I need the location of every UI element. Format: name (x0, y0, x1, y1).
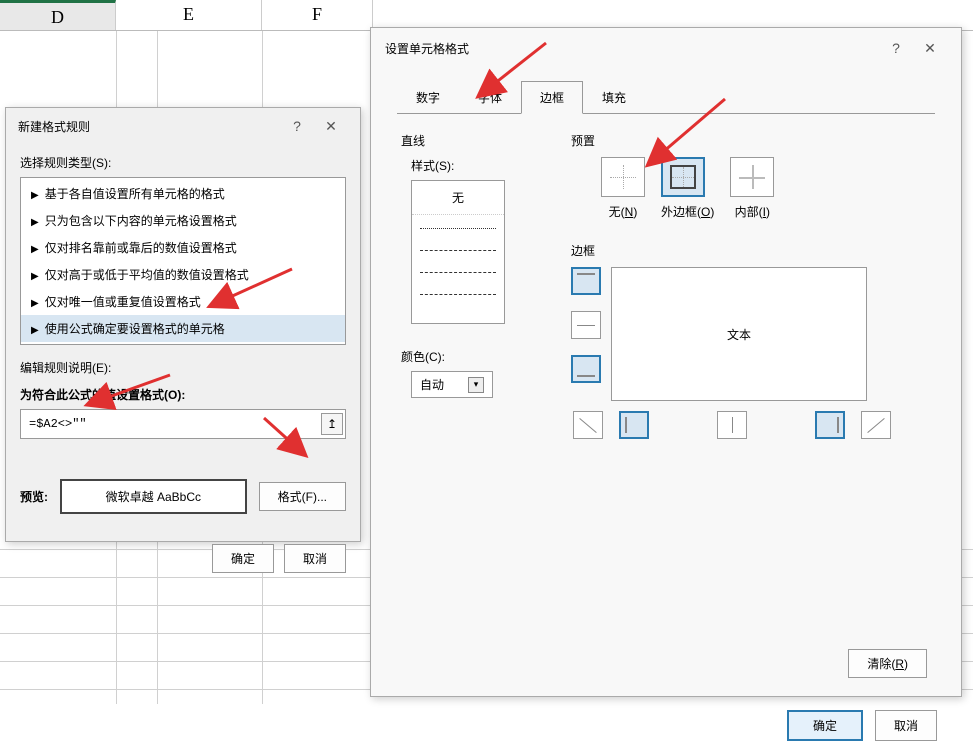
preset-outline[interactable] (661, 157, 705, 197)
style-none[interactable]: 无 (412, 181, 504, 215)
tab-number[interactable]: 数字 (397, 81, 459, 114)
ok-button[interactable]: 确定 (212, 544, 274, 573)
format-cells-dialog: 设置单元格格式 ? ✕ 数字 字体 边框 填充 直线 样式(S): 无 颜色(C… (370, 27, 962, 697)
border-bottom-toggle[interactable] (571, 355, 601, 383)
col-header-d[interactable]: D (0, 0, 116, 30)
color-label: 颜色(C): (401, 348, 521, 365)
dialog-title-text: 设置单元格格式 (385, 40, 879, 57)
border-diag-up-toggle[interactable] (861, 411, 891, 439)
preset-section-title: 预置 (571, 132, 891, 149)
format-preview: 微软卓越 AaBbCc (60, 479, 247, 514)
border-left-toggle[interactable] (619, 411, 649, 439)
chevron-down-icon: ▾ (468, 377, 484, 393)
border-vmid-toggle[interactable] (717, 411, 747, 439)
preset-none-label: 无(N) (601, 203, 645, 220)
style-dashed-2[interactable] (420, 262, 496, 281)
close-button[interactable]: ✕ (913, 38, 947, 58)
style-dotted[interactable] (420, 218, 496, 237)
formula-input-wrapper: ↥ (20, 409, 346, 439)
color-value: 自动 (420, 376, 444, 393)
preview-label: 预览: (20, 488, 48, 505)
close-button[interactable]: ✕ (314, 116, 348, 136)
preview-row: 预览: 微软卓越 AaBbCc 格式(F)... (20, 479, 346, 514)
formula-input[interactable] (21, 410, 319, 438)
rule-type-label: 选择规则类型(S): (20, 154, 346, 171)
range-picker-button[interactable]: ↥ (321, 413, 343, 435)
border-preview-box: 文本 (611, 267, 867, 401)
new-format-rule-dialog: 新建格式规则 ? ✕ 选择规则类型(S): ▶基于各自值设置所有单元格的格式 ▶… (5, 107, 361, 542)
rule-item[interactable]: ▶仅对高于或低于平均值的数值设置格式 (21, 261, 345, 288)
style-dashdot[interactable] (420, 284, 496, 303)
preset-outline-label: 外边框(O) (661, 203, 714, 220)
preset-none[interactable] (601, 157, 645, 197)
help-button[interactable]: ? (280, 116, 314, 136)
ok-button[interactable]: 确定 (787, 710, 863, 741)
border-section-title: 边框 (571, 242, 891, 259)
format-button[interactable]: 格式(F)... (259, 482, 346, 511)
collapse-icon: ↥ (327, 417, 337, 431)
tab-border[interactable]: 边框 (521, 81, 583, 114)
line-style-list[interactable]: 无 (411, 180, 505, 324)
rule-item-formula[interactable]: ▶使用公式确定要设置格式的单元格 (21, 315, 345, 342)
rule-item[interactable]: ▶仅对唯一值或重复值设置格式 (21, 288, 345, 315)
preview-text: 文本 (727, 326, 751, 343)
style-dashed[interactable] (420, 240, 496, 259)
rule-item[interactable]: ▶基于各自值设置所有单元格的格式 (21, 180, 345, 207)
tab-bar: 数字 字体 边框 填充 (397, 80, 935, 114)
cancel-button[interactable]: 取消 (875, 710, 937, 741)
col-header-e[interactable]: E (116, 0, 262, 30)
rule-item[interactable]: ▶只为包含以下内容的单元格设置格式 (21, 207, 345, 234)
col-header-f[interactable]: F (262, 0, 373, 30)
border-diag-down-toggle[interactable] (573, 411, 603, 439)
edit-rule-label: 编辑规则说明(E): (20, 359, 346, 376)
rule-item[interactable]: ▶仅对排名靠前或靠后的数值设置格式 (21, 234, 345, 261)
tab-fill[interactable]: 填充 (583, 81, 645, 114)
rule-type-list: ▶基于各自值设置所有单元格的格式 ▶只为包含以下内容的单元格设置格式 ▶仅对排名… (20, 177, 346, 345)
preset-inside-label: 内部(I) (730, 203, 774, 220)
line-section: 直线 样式(S): 无 颜色(C): 自动 ▾ (401, 132, 521, 439)
line-section-title: 直线 (401, 132, 521, 149)
dialog-title-bar: 设置单元格格式 ? ✕ (371, 28, 961, 68)
tab-font[interactable]: 字体 (459, 81, 521, 114)
formula-label: 为符合此公式的值设置格式(O): (20, 386, 346, 403)
help-button[interactable]: ? (879, 38, 913, 58)
cancel-button[interactable]: 取消 (284, 544, 346, 573)
dialog-title-text: 新建格式规则 (18, 118, 280, 135)
border-right-toggle[interactable] (815, 411, 845, 439)
style-label: 样式(S): (411, 157, 521, 174)
clear-button[interactable]: 清除(R) (848, 649, 927, 678)
border-top-toggle[interactable] (571, 267, 601, 295)
border-hmid-toggle[interactable] (571, 311, 601, 339)
dialog-title-bar: 新建格式规则 ? ✕ (6, 108, 360, 144)
preset-inside[interactable] (730, 157, 774, 197)
color-dropdown[interactable]: 自动 ▾ (411, 371, 493, 398)
